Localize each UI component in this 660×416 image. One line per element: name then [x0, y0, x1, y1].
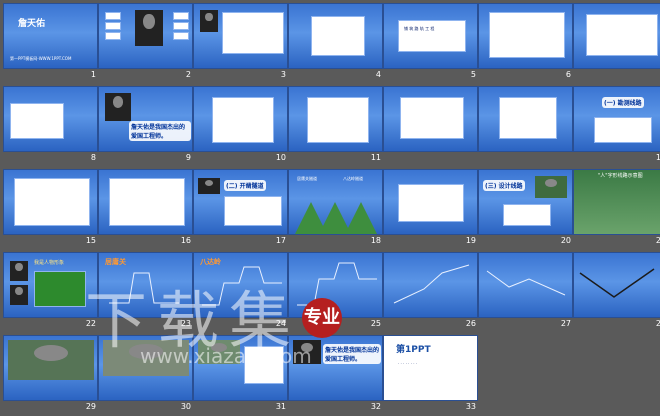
slide-number: 33 [465, 402, 476, 411]
slide-5-box-text: 铺 筑 路 轨 工 程 [404, 26, 435, 31]
slide-thumb-18[interactable]: 居庸关隧道 八达岭隧道 18 [288, 169, 383, 250]
slide-number: 9 [185, 153, 191, 162]
portrait-image [10, 261, 28, 281]
slide-thumb-11[interactable]: 11 [288, 86, 383, 167]
slide-thumb-16[interactable]: 16 [98, 169, 193, 250]
slide-number: 5 [470, 70, 476, 79]
slide-number: 4 [375, 70, 381, 79]
slide-number: 2 [185, 70, 191, 79]
slide-32-heading: 詹天佑是我国杰出的爱国工程师。 [323, 344, 381, 364]
slide-number: 30 [180, 402, 191, 411]
slide-thumb-8[interactable]: 8 [3, 86, 98, 167]
slide-thumb-1[interactable]: 詹天佑 第一PPT模板网-WWW.1PPT.COM 1 [3, 3, 98, 84]
slide-17-heading: (二) 开凿隧道 [224, 180, 266, 191]
slide-number: 12 [655, 153, 660, 162]
slide-thumb-29[interactable]: 29 [3, 335, 98, 416]
slide-number: 15 [85, 236, 96, 245]
slide-number: 18 [370, 236, 381, 245]
slide-number: 29 [85, 402, 96, 411]
slide-number: 21 [655, 236, 660, 245]
slide-thumb-27[interactable]: 27 [478, 252, 573, 333]
slide-number: 17 [275, 236, 286, 245]
slide-number: 32 [370, 402, 381, 411]
slide-number: 3 [280, 70, 286, 79]
slide-number: 1 [90, 70, 96, 79]
slide-1-title: 詹天佑 [18, 19, 46, 29]
slide-thumb-11b[interactable] [383, 86, 478, 167]
slide-12-heading: (一) 勘测线路 [602, 97, 644, 108]
slide-number: 28 [655, 319, 660, 328]
slide-thumb-22[interactable]: 我是人物形象 22 [3, 252, 98, 333]
rail-diagram [393, 264, 470, 304]
slide-thumb-28[interactable]: 28 [573, 252, 660, 333]
slide-number: 10 [275, 153, 286, 162]
great-wall-photo [8, 340, 94, 380]
slide-thumb-20[interactable]: (三) 设计线路 20 [478, 169, 573, 250]
slide-thumb-4[interactable]: 4 [288, 3, 383, 84]
portrait-image [10, 285, 28, 305]
slide-thumb-26[interactable]: 26 [383, 252, 478, 333]
slide-thumb-9[interactable]: 詹天佑是我国杰出的爱国工程师。 9 [98, 86, 193, 167]
slide-number: 16 [180, 236, 191, 245]
slide-number: 20 [560, 236, 571, 245]
slide-18-left-label: 居庸关隧道 [297, 176, 317, 181]
slide-thumb-33[interactable]: 第1PPT . . . . . . . . 33 [383, 335, 478, 416]
slide-thumb-17[interactable]: (二) 开凿隧道 17 [193, 169, 288, 250]
slide-number: 8 [90, 153, 96, 162]
slide-thumb-19[interactable]: 19 [383, 169, 478, 250]
portrait-image [135, 10, 163, 46]
slide-number: 31 [275, 402, 286, 411]
slide-18-right-label: 八达岭隧道 [343, 176, 363, 181]
slide-number: 6 [565, 70, 571, 79]
rail-diagram [486, 270, 566, 296]
slide-thumb-12[interactable]: (一) 勘测线路 12 [573, 86, 660, 167]
slide-number: 26 [465, 319, 476, 328]
tunnel-image [198, 178, 220, 194]
railway-photo [535, 176, 567, 198]
slide-number: 19 [465, 236, 476, 245]
slide-thumb-11c[interactable] [478, 86, 573, 167]
slide-thumb-21[interactable]: "人"字形线路示意图 21 [573, 169, 660, 250]
slide-22-label: 我是人物形象 [34, 260, 65, 266]
slide-20-heading: (三) 设计线路 [483, 180, 525, 191]
portrait-image [105, 93, 131, 121]
slide-thumb-5[interactable]: 铺 筑 路 轨 工 程 5 [383, 3, 478, 84]
slide-thumb-7[interactable]: 7 [573, 3, 660, 84]
watermark-url: www.xiazaiji.com [140, 344, 312, 368]
slide-9-heading: 詹天佑是我国杰出的爱国工程师。 [129, 121, 191, 141]
slide-1-caption: 第一PPT模板网-WWW.1PPT.COM [10, 56, 72, 61]
slide-thumb-2[interactable]: 2 [98, 3, 193, 84]
slide-33-heading: 第1PPT [396, 345, 431, 355]
watermark-seal: 专业 [302, 298, 342, 338]
slide-thumb-15[interactable]: 15 [3, 169, 98, 250]
slide-thumb-6[interactable]: 6 [478, 3, 573, 84]
slide-thumb-10[interactable]: 10 [193, 86, 288, 167]
slide-thumb-3[interactable]: 3 [193, 3, 288, 84]
slide-number: 25 [370, 319, 381, 328]
rail-diagram [579, 268, 655, 298]
portrait-image [200, 10, 218, 32]
slide-number: 27 [560, 319, 571, 328]
slide-number: 11 [370, 153, 381, 162]
mountain-icon [345, 202, 377, 234]
slide-21-heading: "人"字形线路示意图 [598, 173, 643, 179]
